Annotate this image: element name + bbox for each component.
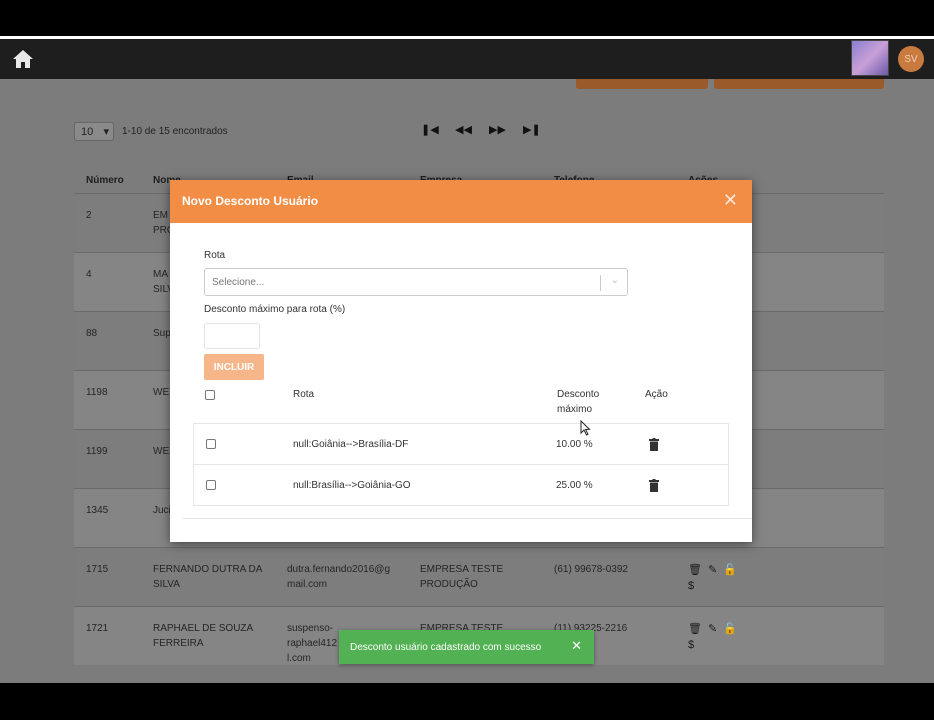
grid-header-rota: Rota xyxy=(293,389,315,400)
table-row[interactable]: 1715 FERNANDO DUTRA DA SILVA dutra.ferna… xyxy=(74,547,884,606)
modal-header: Novo Desconto Usuário ✕ xyxy=(170,180,752,223)
discount-rota: null:Brasília-->Goiânia-GO xyxy=(293,480,411,491)
row-actions: 🗑 ✎ 🔓 $ xyxy=(688,562,748,594)
discount-row: null:Brasília-->Goiânia-GO 25.00 % xyxy=(193,464,729,506)
rota-select[interactable]: Selecione... ⌄ xyxy=(204,268,628,296)
avatar[interactable]: SV xyxy=(898,46,924,72)
discount-rota: null:Goiânia-->Brasília-DF xyxy=(293,439,409,450)
column-header-numero[interactable]: Número xyxy=(86,175,124,186)
header-action-button[interactable] xyxy=(576,79,708,89)
cell-nome: WE xyxy=(153,387,170,398)
first-page-icon[interactable]: ❚◀ xyxy=(421,123,439,136)
trash-icon[interactable] xyxy=(649,438,659,451)
cell-numero: 1198 xyxy=(86,387,108,398)
row-checkbox[interactable] xyxy=(206,439,216,449)
cell-email: suspenso- raphael412 l.com xyxy=(287,623,338,664)
close-icon[interactable]: ✕ xyxy=(723,190,738,211)
close-icon[interactable]: ✕ xyxy=(571,638,582,654)
header-action-button[interactable] xyxy=(714,79,884,89)
desconto-label: Desconto máximo para rota (%) xyxy=(204,304,346,315)
select-all-checkbox[interactable] xyxy=(205,390,215,400)
grid-header-acao: Ação xyxy=(645,389,668,400)
cell-nome: FERNANDO DUTRA DA SILVA xyxy=(153,564,263,590)
cell-numero: 4 xyxy=(86,269,92,280)
cell-numero: 1345 xyxy=(86,505,109,516)
per-page-select[interactable]: 10 ▾ xyxy=(74,122,114,141)
toast-message: Desconto usuário cadastrado com sucesso xyxy=(350,641,542,653)
cell-email: dutra.fernando2016@g mail.com xyxy=(287,564,391,590)
discount-row: null:Goiânia-->Brasília-DF 10.00 % xyxy=(193,423,729,465)
cell-nome: WE xyxy=(153,446,170,457)
last-page-icon[interactable]: ▶❚ xyxy=(523,123,541,136)
modal-footer-divider xyxy=(182,518,752,519)
cell-telefone: (61) 99678-0392 xyxy=(554,564,628,575)
cell-empresa: EMPRESA TESTE PRODUÇÃO xyxy=(420,564,504,590)
cell-numero: 2 xyxy=(86,210,92,221)
row-checkbox[interactable] xyxy=(206,480,216,490)
cell-numero: 1715 xyxy=(86,564,109,575)
pagination-controls: ❚◀ ◀◀ ▶▶ ▶❚ xyxy=(421,123,541,136)
row-actions: 🗑 ✎ 🔓 $ xyxy=(688,621,748,653)
video-frame-bottom xyxy=(0,683,934,720)
incluir-button[interactable]: INCLUIR xyxy=(204,354,264,380)
desconto-input[interactable] xyxy=(204,323,260,349)
chevron-down-icon: ▾ xyxy=(103,126,109,138)
lock-icon[interactable]: 🔓 xyxy=(723,562,737,578)
cell-numero: 1721 xyxy=(86,623,109,634)
app-logo-icon[interactable] xyxy=(851,40,889,76)
modal-title: Novo Desconto Usuário xyxy=(182,194,319,208)
cell-numero: 1199 xyxy=(86,446,108,457)
per-page-value: 10 xyxy=(81,125,94,138)
discount-value: 25.00 % xyxy=(556,480,593,491)
next-page-icon[interactable]: ▶▶ xyxy=(489,123,506,136)
success-toast: Desconto usuário cadastrado com sucesso … xyxy=(339,630,594,664)
select-separator xyxy=(600,275,601,291)
trash-icon[interactable] xyxy=(649,479,659,492)
dollar-icon[interactable]: $ xyxy=(688,578,694,594)
previous-page-icon[interactable]: ◀◀ xyxy=(455,123,472,136)
pencil-icon[interactable]: ✎ xyxy=(708,621,717,637)
trash-icon[interactable]: 🗑 xyxy=(688,621,702,637)
mouse-cursor-icon xyxy=(580,420,591,436)
pencil-icon[interactable]: ✎ xyxy=(708,562,717,578)
lock-icon[interactable]: 🔓 xyxy=(723,621,737,637)
grid-header-desconto: Desconto máximo xyxy=(557,389,600,415)
video-frame-top xyxy=(0,0,934,36)
rota-select-placeholder: Selecione... xyxy=(212,277,265,288)
discount-modal: Novo Desconto Usuário ✕ Rota Selecione..… xyxy=(170,180,752,542)
top-navbar xyxy=(0,39,934,79)
home-icon[interactable] xyxy=(12,49,34,69)
rota-label: Rota xyxy=(204,250,226,261)
records-found-text: 1-10 de 15 encontrados xyxy=(122,126,228,137)
cell-nome: Sup xyxy=(153,328,171,339)
cell-nome: Juci xyxy=(153,505,171,516)
discount-value: 10.00 % xyxy=(556,439,593,450)
cell-nome: RAPHAEL DE SOUZA FERREIRA xyxy=(153,623,254,649)
trash-icon[interactable]: 🗑 xyxy=(688,562,702,578)
pagination-bar: 10 ▾ 1-10 de 15 encontrados xyxy=(74,122,228,141)
chevron-down-icon[interactable]: ⌄ xyxy=(611,275,619,286)
cell-numero: 88 xyxy=(86,328,98,339)
dollar-icon[interactable]: $ xyxy=(688,637,694,653)
